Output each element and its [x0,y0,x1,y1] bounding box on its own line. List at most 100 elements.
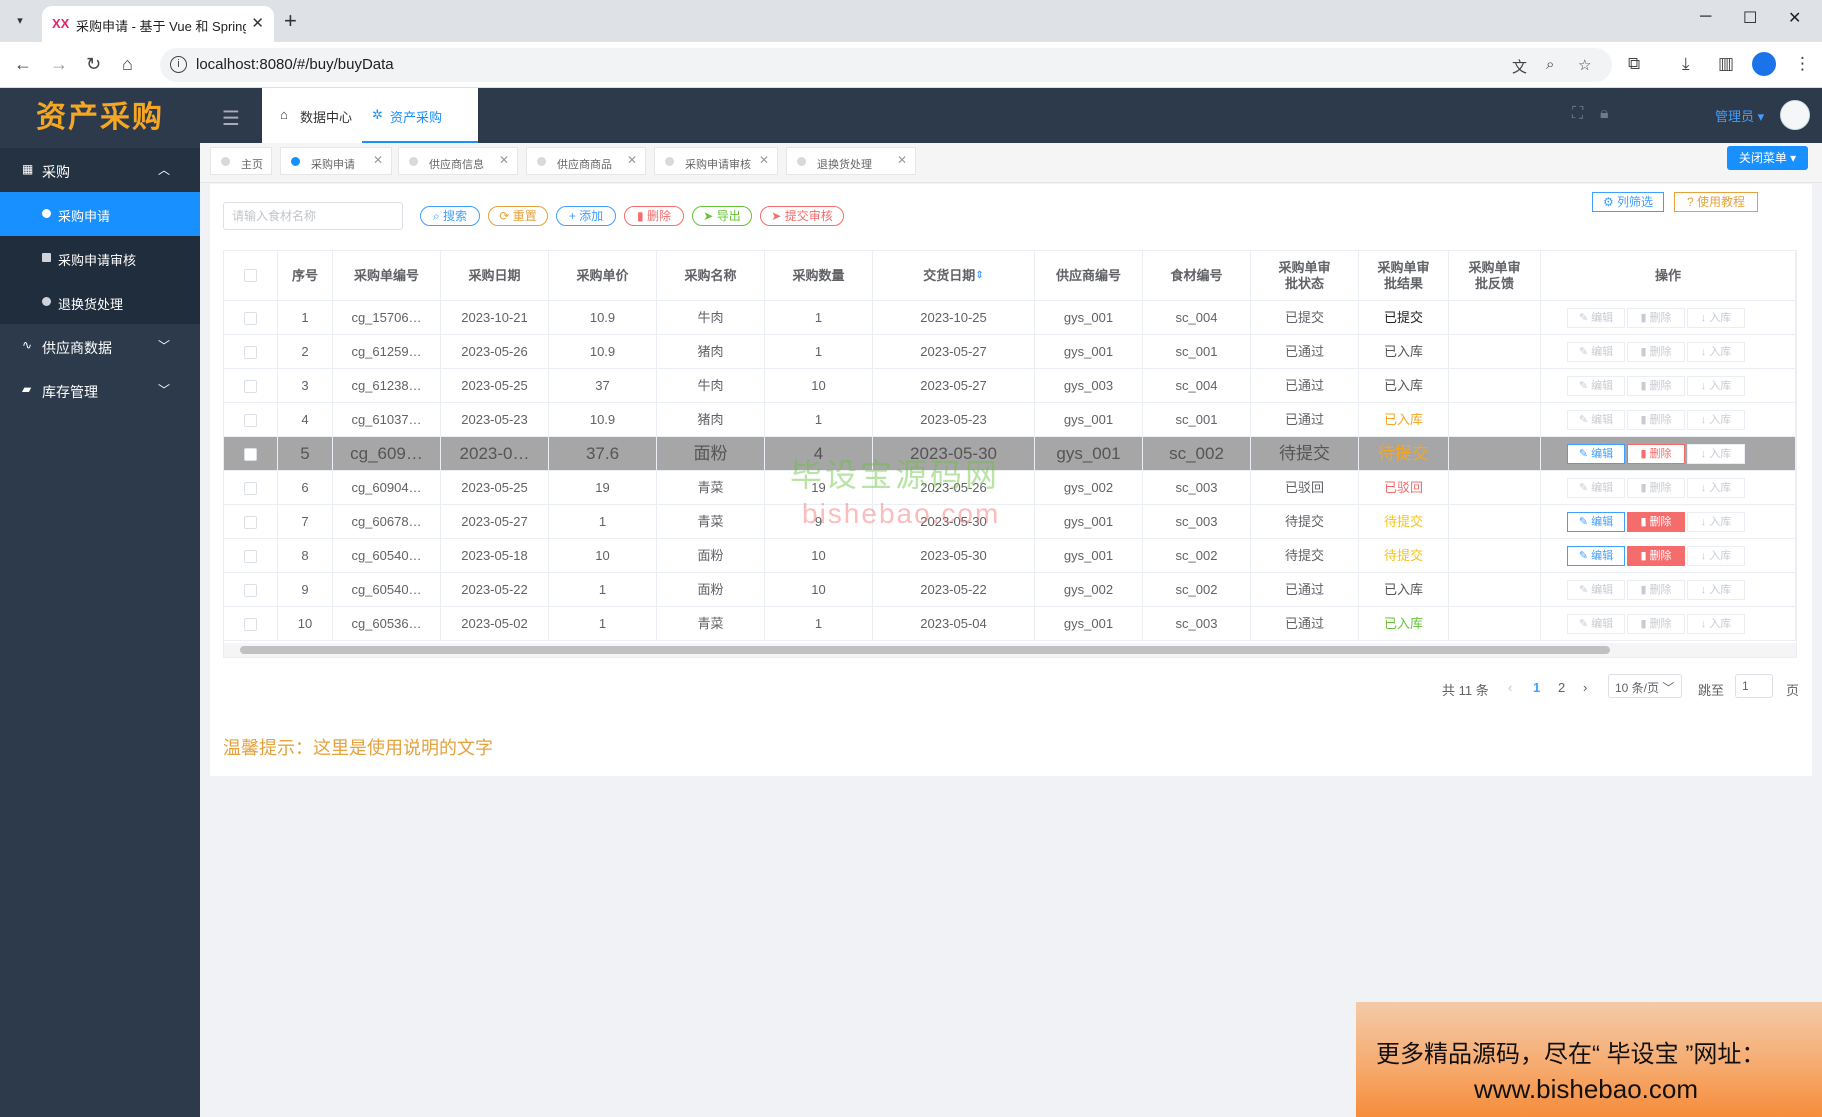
close-icon[interactable]: ✕ [897,153,907,167]
delete-button[interactable]: ▮ 删除 [1627,512,1685,532]
search-button[interactable]: ⌕ 搜索 [420,206,480,226]
window-close-icon[interactable]: ✕ [1788,8,1801,28]
table-row[interactable]: 2 cg_61259… 2023-05-26 10.9 猪肉 1 2023-05-27 gys… [224,335,1796,369]
horizontal-scrollbar[interactable] [224,643,1796,657]
close-menu-button[interactable]: 关闭菜单 ▾ [1727,146,1808,170]
page-size-select[interactable]: 10 条/页 ﹀ [1608,674,1682,698]
stock-in-button[interactable]: ↓ 入库 [1687,444,1745,464]
table-row[interactable]: 9 cg_60540… 2023-05-22 1 面粉 10 2023-05-22 gys_0… [224,573,1796,607]
delete-button[interactable]: ▮ 删除 [1627,580,1685,600]
row-checkbox[interactable] [244,448,257,462]
ad-banner[interactable]: 更多精品源码，尽在“ 毕设宝 ”网址： www.bishebao.com [1356,1002,1822,1117]
maximize-icon[interactable]: ☐ [1743,8,1757,28]
profile-icon[interactable] [1752,52,1776,76]
tab-data-center[interactable]: ⌂ 数据中心 [262,88,362,143]
tutorial-button[interactable]: ? 使用教程 [1674,192,1758,212]
stock-in-button[interactable]: ↓ 入库 [1687,546,1745,566]
stock-in-button[interactable]: ↓ 入库 [1687,512,1745,532]
close-icon[interactable]: ✕ [499,153,509,167]
delete-button[interactable]: ▮ 删除 [1627,444,1685,464]
sidebar-item-purchase-apply[interactable]: 采购申请 [0,192,200,236]
more-icon[interactable]: ⋮ [1794,54,1811,74]
sidebar-item-purchase[interactable]: ▦ 采购 ︿ [0,148,200,192]
sidebar-item-purchase-review[interactable]: 采购申请审核 [0,236,200,280]
reload-icon[interactable]: ↻ [86,54,101,75]
delete-button[interactable]: ▮ 删除 [624,206,684,226]
add-button[interactable]: + 添加 [556,206,616,226]
star-icon[interactable]: ☆ [1578,56,1591,74]
stock-in-button[interactable]: ↓ 入库 [1687,308,1745,328]
table-row[interactable]: 7 cg_60678… 2023-05-27 1 青菜 9 2023-05-30 gys_00… [224,505,1796,539]
fullscreen-icon[interactable]: ⛶ [1572,105,1583,123]
home-icon[interactable]: ⌂ [122,54,133,75]
row-checkbox[interactable] [244,618,257,632]
url-field[interactable]: i localhost:8080/#/buy/buyData 文 ⌕ ☆ [160,48,1612,82]
sort-icon[interactable]: ⇕ [975,268,983,284]
search-input[interactable]: 请输入食材名称 [223,202,403,230]
stock-in-button[interactable]: ↓ 入库 [1687,614,1745,634]
edit-button[interactable]: ✎ 编辑 [1567,546,1625,566]
tag-purchase-review[interactable]: 采购申请审核 ✕ [654,147,778,175]
next-page-icon[interactable]: › [1583,680,1587,695]
sidebar-item-returns[interactable]: 退换货处理 [0,280,200,324]
close-icon[interactable]: ✕ [627,153,637,167]
page-2[interactable]: 2 [1558,680,1565,695]
edit-button[interactable]: ✎ 编辑 [1567,512,1625,532]
table-row[interactable]: 5 cg_609… 2023-0… 37.6 面粉 4 2023-05-30 gys_001 s… [224,437,1796,471]
tag-home[interactable]: 主页 [210,147,272,175]
row-checkbox[interactable] [244,380,257,394]
select-all-checkbox[interactable] [244,269,257,282]
row-checkbox[interactable] [244,550,257,564]
delete-button[interactable]: ▮ 删除 [1627,546,1685,566]
prev-page-icon[interactable]: ‹ [1508,680,1512,695]
submit-review-button[interactable]: ➤ 提交审核 [760,206,844,226]
site-info-icon[interactable]: i [170,56,187,73]
sidebar-item-supplier[interactable]: ∿ 供应商数据 ﹀ [0,324,200,368]
sidepanel-icon[interactable]: ▥ [1718,54,1734,74]
edit-button[interactable]: ✎ 编辑 [1567,342,1625,362]
tag-supplier-goods[interactable]: 供应商商品 ✕ [526,147,646,175]
edit-button[interactable]: ✎ 编辑 [1567,308,1625,328]
table-row[interactable]: 6 cg_60904… 2023-05-25 19 青菜 19 2023-05-26 gys_… [224,471,1796,505]
goto-input[interactable]: 1 [1735,674,1773,698]
zoom-icon[interactable]: ⌕ [1546,56,1554,73]
edit-button[interactable]: ✎ 编辑 [1567,614,1625,634]
edit-button[interactable]: ✎ 编辑 [1567,478,1625,498]
sidebar-item-inventory[interactable]: ▰ 库存管理 ﹀ [0,368,200,412]
tab-asset-purchase[interactable]: ✲ 资产采购 [362,88,478,143]
tag-returns[interactable]: 退换货处理 ✕ [786,147,916,175]
table-row[interactable]: 1 cg_15706… 2023-10-21 10.9 牛肉 1 2023-10-25 gys… [224,301,1796,335]
row-checkbox[interactable] [244,584,257,598]
delete-button[interactable]: ▮ 删除 [1627,376,1685,396]
row-checkbox[interactable] [244,482,257,496]
edit-button[interactable]: ✎ 编辑 [1567,410,1625,430]
stock-in-button[interactable]: ↓ 入库 [1687,478,1745,498]
admin-menu[interactable]: 管理员 ▾ [1715,106,1764,125]
delete-button[interactable]: ▮ 删除 [1627,614,1685,634]
browser-tab[interactable]: XX 采购申请 - 基于 Vue 和 Spring ✕ [42,6,274,42]
new-tab-icon[interactable]: + [284,8,297,34]
row-checkbox[interactable] [244,516,257,530]
delete-button[interactable]: ▮ 删除 [1627,478,1685,498]
lock-icon[interactable]: 🔒︎ [1600,105,1609,123]
table-row[interactable]: 10 cg_60536… 2023-05-02 1 青菜 1 2023-05-04 gys_0… [224,607,1796,641]
column-filter-button[interactable]: ⚙ 列筛选 [1592,192,1664,212]
close-tab-icon[interactable]: ✕ [251,14,264,32]
stock-in-button[interactable]: ↓ 入库 [1687,580,1745,600]
column-header[interactable]: 交货日期 ⇕ [873,251,1035,301]
avatar[interactable] [1780,100,1810,130]
edit-button[interactable]: ✎ 编辑 [1567,580,1625,600]
row-checkbox[interactable] [244,312,257,326]
delete-button[interactable]: ▮ 删除 [1627,342,1685,362]
hamburger-icon[interactable]: ☰ [222,106,240,131]
minimize-icon[interactable]: ─ [1700,8,1711,26]
edit-button[interactable]: ✎ 编辑 [1567,444,1625,464]
scrollbar-thumb[interactable] [240,646,1610,654]
close-icon[interactable]: ✕ [373,153,383,167]
delete-button[interactable]: ▮ 删除 [1627,308,1685,328]
delete-button[interactable]: ▮ 删除 [1627,410,1685,430]
tab-list-icon[interactable]: ▾ [8,9,32,33]
row-checkbox[interactable] [244,346,257,360]
extensions-icon[interactable]: ⧉ [1628,54,1640,74]
close-icon[interactable]: ✕ [759,153,769,167]
